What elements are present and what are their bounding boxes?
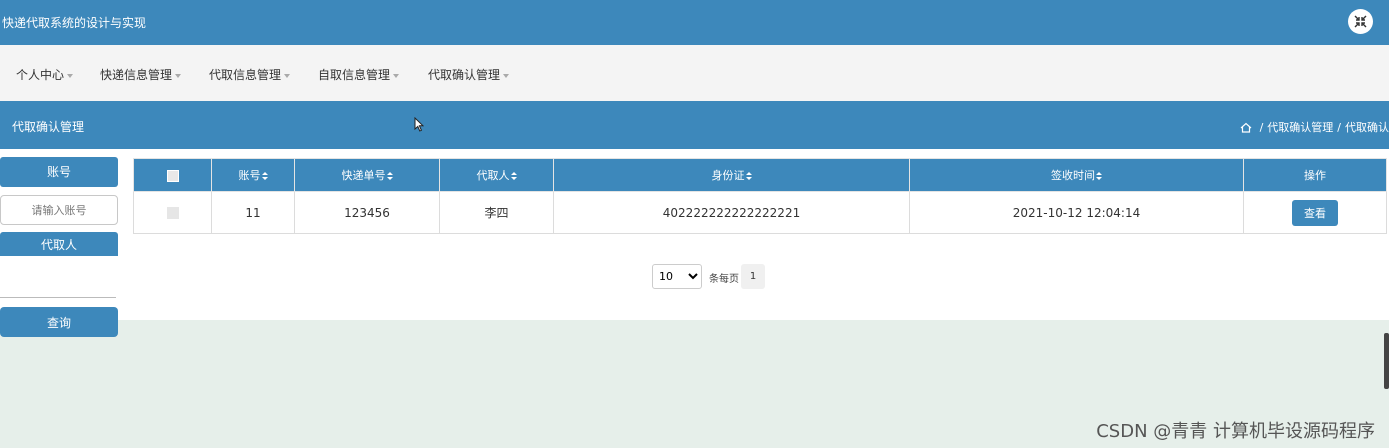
fullscreen-toggle-button[interactable]: [1348, 9, 1373, 34]
home-icon[interactable]: [1240, 122, 1252, 133]
sort-icon: [745, 172, 752, 180]
per-page-label: 条每页: [709, 274, 739, 285]
nav-item-pickup-confirm[interactable]: 代取确认管理: [428, 66, 510, 83]
agent-label: 代取人: [0, 232, 118, 256]
caret-down-icon: [284, 73, 291, 78]
account-search-input[interactable]: [0, 195, 118, 225]
nav-item-pickup-info[interactable]: 代取信息管理: [209, 66, 291, 83]
column-header-id-card[interactable]: 身份证: [553, 158, 910, 192]
view-button[interactable]: 查看: [1292, 199, 1338, 226]
sort-icon: [1096, 172, 1102, 180]
column-header-account[interactable]: 账号: [211, 158, 295, 192]
cell-agent: 李四: [439, 191, 554, 234]
sort-icon: [261, 172, 268, 180]
page-number-button[interactable]: 1: [741, 264, 765, 289]
table-header-row: 账号 快递单号 代取人 身份证 签收时间 操作: [133, 158, 1387, 192]
breadcrumb-item-current: 代取确认: [1345, 121, 1389, 134]
scrollbar-thumb[interactable]: [1384, 333, 1389, 389]
main-nav: 个人中心 快递信息管理 代取信息管理 自取信息管理 代取确认管理: [0, 45, 1389, 101]
row-select-cell: [133, 191, 212, 234]
mouse-cursor-icon: [414, 117, 424, 132]
nav-item-label: 代取确认管理: [428, 68, 501, 82]
row-checkbox[interactable]: [166, 207, 179, 219]
cell-tracking: 123456: [294, 191, 440, 234]
app-title: 快递代取系统的设计与实现: [2, 16, 147, 30]
column-header-signed-at[interactable]: 签收时间: [909, 158, 1244, 192]
nav-item-label: 自取信息管理: [318, 68, 391, 82]
column-header-tracking[interactable]: 快递单号: [294, 158, 440, 192]
agent-search-input[interactable]: [0, 297, 116, 298]
collapse-arrows-icon: [1354, 15, 1367, 28]
select-all-checkbox[interactable]: [166, 169, 179, 182]
nav-item-express-info[interactable]: 快递信息管理: [100, 66, 182, 83]
caret-down-icon: [67, 73, 74, 78]
page-header: 代取确认管理 / 代取确认管理 / 代取确认: [0, 101, 1389, 149]
column-header-action: 操作: [1243, 158, 1387, 192]
nav-item-label: 快递信息管理: [100, 68, 173, 82]
sort-icon: [510, 172, 517, 180]
table-row: 11 123456 李四 402222222222222221 2021-10-…: [133, 191, 1387, 234]
cell-id-card: 402222222222222221: [553, 191, 910, 234]
page-title: 代取确认管理: [12, 120, 85, 134]
caret-down-icon: [393, 73, 400, 78]
nav-item-label: 代取信息管理: [209, 68, 282, 82]
sort-icon: [386, 172, 393, 180]
caret-down-icon: [503, 73, 510, 78]
page-size-select[interactable]: 10: [652, 264, 702, 289]
nav-item-personal-center[interactable]: 个人中心: [16, 66, 74, 83]
cell-action: 查看: [1243, 191, 1387, 234]
watermark: CSDN @青青 计算机毕设源码程序: [1096, 421, 1375, 442]
title-bar: 快递代取系统的设计与实现: [0, 0, 1389, 45]
query-button[interactable]: 查询: [0, 307, 118, 337]
breadcrumb-separator: /: [1259, 120, 1264, 134]
cell-account: 11: [211, 191, 295, 234]
cell-signed-at: 2021-10-12 12:04:14: [909, 191, 1244, 234]
account-label: 账号: [0, 157, 118, 187]
nav-item-label: 个人中心: [16, 68, 65, 82]
select-all-cell: [133, 158, 212, 192]
nav-item-self-pickup-info[interactable]: 自取信息管理: [318, 66, 400, 83]
column-header-agent[interactable]: 代取人: [439, 158, 554, 192]
breadcrumb-separator: /: [1337, 120, 1341, 134]
caret-down-icon: [175, 73, 182, 78]
data-table: 账号 快递单号 代取人 身份证 签收时间 操作 11 123456 李四 402…: [133, 158, 1387, 234]
breadcrumb: / 代取确认管理 / 代取确认: [1240, 119, 1389, 135]
breadcrumb-item[interactable]: 代取确认管理: [1267, 119, 1333, 135]
